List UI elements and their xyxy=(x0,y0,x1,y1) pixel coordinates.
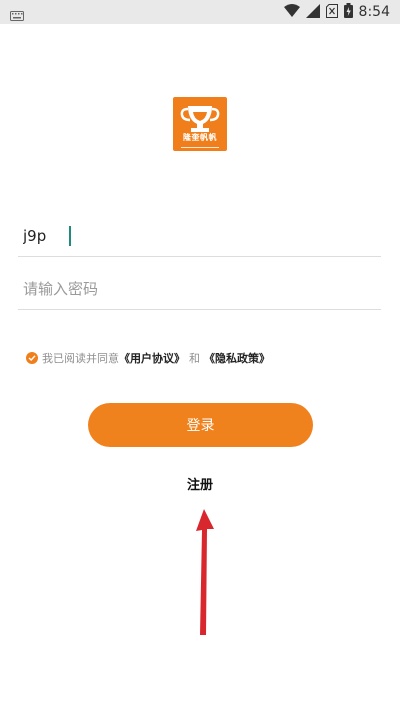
wifi-icon xyxy=(283,3,300,22)
agreement-prefix: 我已阅读并同意 xyxy=(42,352,119,365)
logo-divider xyxy=(181,147,219,148)
password-field[interactable] xyxy=(18,271,381,310)
no-sim-icon xyxy=(325,3,338,22)
check-icon xyxy=(28,355,36,361)
annotation-arrow-icon xyxy=(196,509,214,635)
keyboard-icon xyxy=(10,6,24,25)
agreement-row: 我已阅读并同意 《用户协议》 和 《隐私政策》 xyxy=(26,349,270,367)
account-field[interactable] xyxy=(18,218,381,257)
agree-checkbox[interactable] xyxy=(26,352,38,364)
login-button[interactable]: 登录 xyxy=(88,403,313,447)
user-agreement-link[interactable]: 《用户协议》 xyxy=(119,350,185,366)
signal-icon xyxy=(305,3,320,22)
app-logo: 隆奎帆帆 xyxy=(173,97,227,151)
register-link[interactable]: 注册 xyxy=(0,474,400,493)
clock: 8:54 xyxy=(358,4,390,20)
logo-text: 隆奎帆帆 xyxy=(183,133,217,142)
status-bar: 8:54 xyxy=(0,0,400,24)
text-caret xyxy=(69,226,71,246)
privacy-policy-link[interactable]: 《隐私政策》 xyxy=(204,350,270,366)
battery-icon xyxy=(343,2,353,22)
agreement-and: 和 xyxy=(189,352,200,365)
password-input[interactable] xyxy=(23,271,373,307)
account-input[interactable] xyxy=(23,218,373,254)
